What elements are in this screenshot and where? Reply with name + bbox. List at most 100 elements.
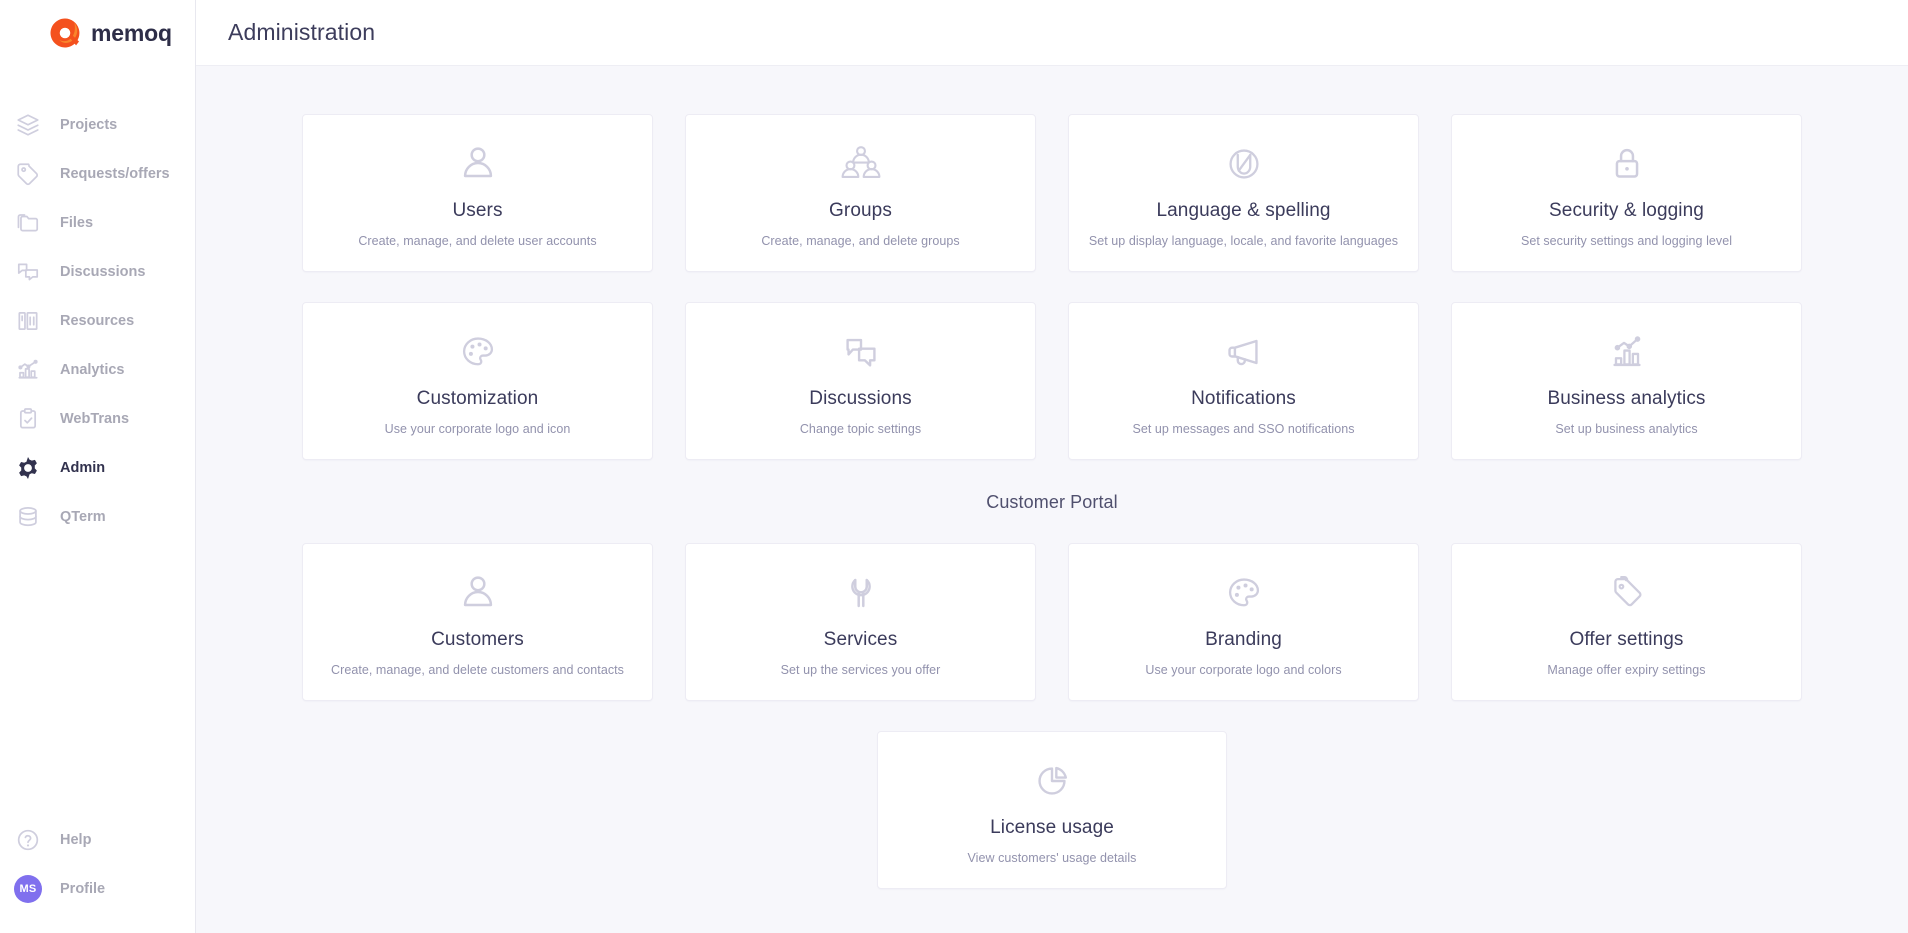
card-subtitle: Use your corporate logo and colors <box>1145 663 1342 677</box>
card-title: Security & logging <box>1549 200 1704 221</box>
lock-icon <box>1604 138 1650 190</box>
card-title: Services <box>823 629 898 650</box>
page-title: Administration <box>228 19 376 45</box>
sidebar-nav: Projects Requests/offers Files Discussio… <box>0 100 195 541</box>
card-title: Branding <box>1205 629 1282 650</box>
card-license-usage[interactable]: License usage View customers' usage deta… <box>877 731 1227 889</box>
help-circle-icon <box>14 826 42 854</box>
megaphone-icon <box>1221 326 1267 378</box>
wrench-icon <box>838 567 884 619</box>
tag-icon <box>14 160 42 188</box>
sidebar-item-label: Projects <box>60 116 118 133</box>
sidebar-item-label: Discussions <box>60 263 146 280</box>
card-groups[interactable]: Groups Create, manage, and delete groups <box>685 114 1036 272</box>
card-subtitle: Create, manage, and delete user accounts <box>358 234 597 248</box>
sidebar-item-label: Admin <box>60 459 106 476</box>
card-title: Discussions <box>809 388 912 409</box>
section-title-customer-portal: Customer Portal <box>986 492 1118 512</box>
memoq-logo-icon <box>48 16 82 50</box>
sidebar-item-label: Files <box>60 214 94 231</box>
layers-icon <box>14 111 42 139</box>
card-business-analytics[interactable]: Business analytics Set up business analy… <box>1451 302 1802 460</box>
palette-icon <box>1221 567 1267 619</box>
brand-logo[interactable]: memoq <box>0 0 195 66</box>
language-globe-icon <box>1221 138 1267 190</box>
card-subtitle: Set up messages and SSO notifications <box>1132 422 1355 436</box>
card-subtitle: Set up business analytics <box>1555 422 1698 436</box>
portal-card-grid: Customers Create, manage, and delete cus… <box>302 543 1802 701</box>
database-icon <box>14 503 42 531</box>
sidebar-item-files[interactable]: Files <box>0 198 195 247</box>
card-language-spelling[interactable]: Language & spelling Set up display langu… <box>1068 114 1419 272</box>
brand-name: memoq <box>91 19 172 46</box>
card-subtitle: Set up display language, locale, and fav… <box>1088 234 1399 248</box>
card-discussions[interactable]: Discussions Change topic settings <box>685 302 1036 460</box>
card-branding[interactable]: Branding Use your corporate logo and col… <box>1068 543 1419 701</box>
card-services[interactable]: Services Set up the services you offer <box>685 543 1036 701</box>
card-title: Groups <box>829 200 892 221</box>
card-title: Notifications <box>1191 388 1296 409</box>
card-customization[interactable]: Customization Use your corporate logo an… <box>302 302 653 460</box>
card-subtitle: Manage offer expiry settings <box>1547 663 1706 677</box>
chat-bubbles-icon <box>838 326 884 378</box>
card-title: Offer settings <box>1569 629 1684 650</box>
folders-icon <box>14 209 42 237</box>
sidebar-item-profile[interactable]: MS Profile <box>0 864 195 913</box>
sidebar-item-label: Analytics <box>60 361 125 378</box>
pie-chart-icon <box>1029 755 1075 807</box>
sidebar-item-qterm[interactable]: QTerm <box>0 492 195 541</box>
card-subtitle: Create, manage, and delete groups <box>761 234 960 248</box>
palette-icon <box>455 326 501 378</box>
sidebar-item-label: Resources <box>60 312 135 329</box>
app-root: memoq Projects Requests/offers Files Dis… <box>0 0 1908 933</box>
sidebar-item-label: Requests/offers <box>60 165 170 182</box>
card-subtitle: View customers' usage details <box>967 851 1137 865</box>
sidebar-bottom: Help MS Profile <box>0 815 195 913</box>
avatar-initials: MS <box>14 874 42 903</box>
admin-card-grid: Users Create, manage, and delete user ac… <box>302 114 1802 460</box>
card-title: Business analytics <box>1547 388 1706 409</box>
sidebar-item-label: Profile <box>60 880 106 897</box>
sidebar-item-help[interactable]: Help <box>0 815 195 864</box>
card-subtitle: Set up the services you offer <box>780 663 941 677</box>
card-notifications[interactable]: Notifications Set up messages and SSO no… <box>1068 302 1419 460</box>
user-icon <box>455 567 501 619</box>
card-title: License usage <box>990 817 1114 838</box>
card-subtitle: Set security settings and logging level <box>1520 234 1733 248</box>
resources-icon <box>14 307 42 335</box>
user-icon <box>455 138 501 190</box>
clipboard-icon <box>14 405 42 433</box>
sidebar-item-webtrans[interactable]: WebTrans <box>0 394 195 443</box>
sidebar-item-resources[interactable]: Resources <box>0 296 195 345</box>
card-customers[interactable]: Customers Create, manage, and delete cus… <box>302 543 653 701</box>
grid-spacer <box>302 731 653 889</box>
card-title: Users <box>452 200 503 221</box>
sidebar-item-admin[interactable]: Admin <box>0 443 195 492</box>
license-row: License usage View customers' usage deta… <box>302 731 1802 889</box>
bar-chart-icon <box>1604 326 1650 378</box>
group-icon <box>838 138 884 190</box>
card-title: Language & spelling <box>1156 200 1331 221</box>
card-title: Customization <box>416 388 539 409</box>
sidebar-item-discussions[interactable]: Discussions <box>0 247 195 296</box>
sidebar-item-analytics[interactable]: Analytics <box>0 345 195 394</box>
card-security-logging[interactable]: Security & logging Set security settings… <box>1451 114 1802 272</box>
card-subtitle: Change topic settings <box>799 422 922 436</box>
analytics-icon <box>14 356 42 384</box>
sidebar-item-projects[interactable]: Projects <box>0 100 195 149</box>
card-offer-settings[interactable]: Offer settings Manage offer expiry setti… <box>1451 543 1802 701</box>
gear-icon <box>14 454 42 482</box>
card-users[interactable]: Users Create, manage, and delete user ac… <box>302 114 653 272</box>
chat-icon <box>14 258 42 286</box>
main-area: Administration Users Create, manage, and… <box>196 0 1908 933</box>
card-subtitle: Use your corporate logo and icon <box>384 422 571 436</box>
grid-spacer <box>1451 731 1802 889</box>
sidebar-item-label: WebTrans <box>60 410 130 427</box>
sidebar-item-requests-offers[interactable]: Requests/offers <box>0 149 195 198</box>
topbar: Administration <box>196 0 1908 66</box>
sidebar-item-label: QTerm <box>60 508 106 525</box>
price-tag-icon <box>1604 567 1650 619</box>
sidebar: memoq Projects Requests/offers Files Dis… <box>0 0 196 933</box>
card-subtitle: Create, manage, and delete customers and… <box>331 663 624 677</box>
card-title: Customers <box>431 629 524 650</box>
